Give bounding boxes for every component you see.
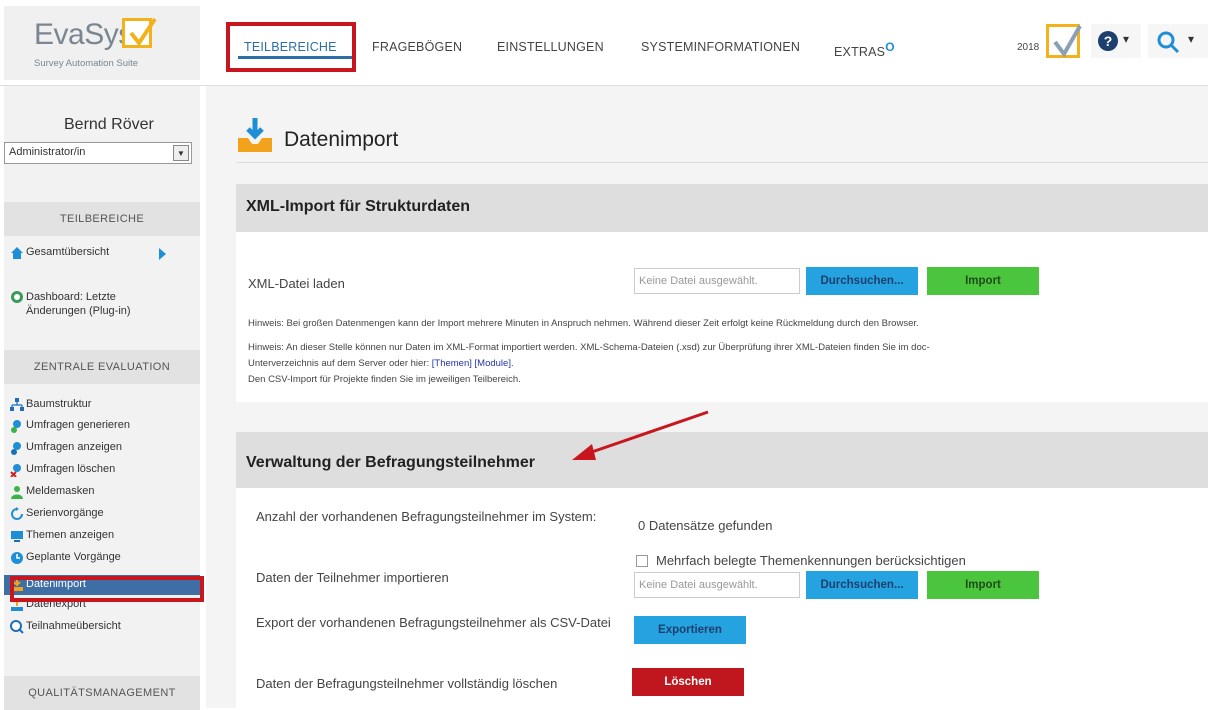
xml-hint-2b-text: Unterverzeichnis auf dem Server oder hie… (248, 358, 432, 369)
nav-systeminformationen[interactable]: SYSTEMINFORMATIONEN (641, 40, 800, 54)
nav-extras-label: EXTRAS (834, 45, 886, 60)
delete-participants-label: Daten der Befragungsteilnehmer vollständ… (256, 676, 558, 691)
sidebar-item-label: Umfragen generieren (26, 419, 130, 431)
refresh-icon (11, 507, 23, 520)
logo-brand: EvaSys (34, 18, 133, 51)
sidebar-item-label: Gesamtübersicht (26, 246, 110, 258)
highlight-box-nav (226, 22, 356, 72)
help-menu[interactable]: ? ▾ (1091, 24, 1141, 58)
chevron-down-icon: ▼ (173, 145, 189, 161)
sidebar-item-label: Themen anzeigen (26, 529, 115, 541)
user-icon (11, 486, 23, 499)
multi-topic-label: Mehrfach belegte Themenkennungen berücks… (656, 553, 966, 568)
delete-button[interactable]: Löschen (632, 668, 744, 696)
participants-count-value: 0 Datensätze gefunden (638, 518, 773, 533)
sidebar-header-zentrale-evaluation: ZENTRALE EVALUATION (4, 350, 200, 384)
year-label: 2018 (1017, 42, 1040, 53)
search-icon (1157, 31, 1180, 54)
section-body-verwaltung: Anzahl der vorhandenen Befragungsteilneh… (236, 488, 1208, 708)
expand-arrow-icon[interactable] (159, 248, 166, 260)
user-name: Bernd Röver (64, 116, 154, 133)
xml-import-button[interactable]: Import (927, 267, 1039, 295)
help-icon: ? (1098, 31, 1118, 51)
clock-icon (11, 552, 23, 564)
chevron-down-icon: ▾ (1188, 32, 1195, 46)
survey-generate-icon (11, 420, 21, 433)
xml-hint-2b: Unterverzeichnis auf dem Server oder hie… (248, 358, 514, 369)
extras-badge: O (885, 40, 895, 54)
section-body-xml-import: XML-Datei laden Keine Datei ausgewählt. … (236, 232, 1208, 402)
sidebar-item-label: Teilnahmeübersicht (26, 620, 121, 632)
sidebar: Bernd Röver Administrator/in ▼ TEILBEREI… (4, 86, 200, 710)
dashboard-icon (11, 291, 23, 303)
sidebar-item-label: Meldemasken (26, 485, 95, 497)
participants-file-input[interactable]: Keine Datei ausgewählt. (634, 572, 800, 598)
import-icon (238, 118, 272, 152)
xml-hint-3: Den CSV-Import für Projekte finden Sie i… (248, 374, 521, 385)
year-check-icon[interactable] (1046, 24, 1082, 58)
sidebar-item-label: Baumstruktur (26, 398, 92, 410)
sidebar-item-label: Serienvorgänge (26, 507, 104, 519)
tree-icon (10, 398, 24, 411)
sidebar-item-label: Dashboard: Letzte Änderungen (Plug-in) (26, 291, 131, 317)
xml-load-label: XML-Datei laden (248, 276, 345, 291)
survey-view-icon (11, 442, 21, 455)
section-header-xml-import: XML-Import für Strukturdaten (236, 184, 1208, 232)
sidebar-header-qualitaetsmanagement: QUALITÄTSMANAGEMENT (4, 676, 200, 710)
annotation-arrow-icon (572, 410, 709, 460)
sidebar-item-label: Umfragen löschen (26, 463, 116, 475)
export-participants-label: Export der vorhandenen Befragungsteilneh… (256, 615, 611, 630)
link-module[interactable]: [Module] (475, 358, 511, 369)
highlight-box-datenimport (10, 576, 204, 602)
search-menu[interactable]: ▾ (1148, 24, 1208, 58)
role-select-value: Administrator/in (9, 146, 86, 158)
link-themen[interactable]: [Themen] (432, 358, 472, 369)
home-icon (11, 247, 23, 259)
xml-browse-button[interactable]: Durchsuchen... (806, 267, 918, 295)
role-select[interactable]: Administrator/in ▼ (4, 142, 192, 164)
monitor-icon (11, 531, 23, 542)
participants-search-icon (10, 620, 24, 634)
page-title: Datenimport (284, 128, 399, 151)
xml-file-input[interactable]: Keine Datei ausgewählt. (634, 268, 800, 294)
page-header: Datenimport (206, 86, 1208, 166)
participants-browse-button[interactable]: Durchsuchen... (806, 571, 918, 599)
section-header-verwaltung: Verwaltung der Befragungsteilnehmer (236, 432, 1208, 488)
sidebar-item-label: Geplante Vorgänge (26, 551, 121, 563)
nav-einstellungen[interactable]: EINSTELLUNGEN (497, 40, 604, 54)
nav-frageboegen[interactable]: FRAGEBÖGEN (372, 40, 462, 54)
xml-hint-2: Hinweis: An dieser Stelle können nur Dat… (248, 342, 930, 353)
title-divider (236, 162, 1208, 163)
logo-tagline: Survey Automation Suite (34, 58, 139, 69)
xml-hint-1: Hinweis: Bei großen Datenmengen kann der… (248, 318, 919, 329)
import-participants-label: Daten der Teilnehmer importieren (256, 570, 449, 585)
sidebar-header-teilbereiche: TEILBEREICHE (4, 202, 200, 236)
participants-count-label: Anzahl der vorhandenen Befragungsteilneh… (256, 509, 597, 524)
multi-topic-checkbox[interactable] (636, 555, 648, 567)
top-bar: EvaSys Survey Automation Suite TEILBEREI… (0, 0, 1208, 86)
sidebar-item-label: Umfragen anzeigen (26, 441, 123, 453)
evasys-logo[interactable]: EvaSys Survey Automation Suite (4, 6, 200, 80)
nav-extras[interactable]: EXTRASO (834, 40, 895, 59)
main-content: Datenimport XML-Import für Strukturdaten… (206, 86, 1208, 708)
participants-import-button[interactable]: Import (927, 571, 1039, 599)
logo-check-icon (122, 17, 157, 48)
export-button[interactable]: Exportieren (634, 616, 746, 644)
chevron-down-icon: ▾ (1123, 32, 1130, 46)
survey-delete-icon (10, 464, 21, 477)
